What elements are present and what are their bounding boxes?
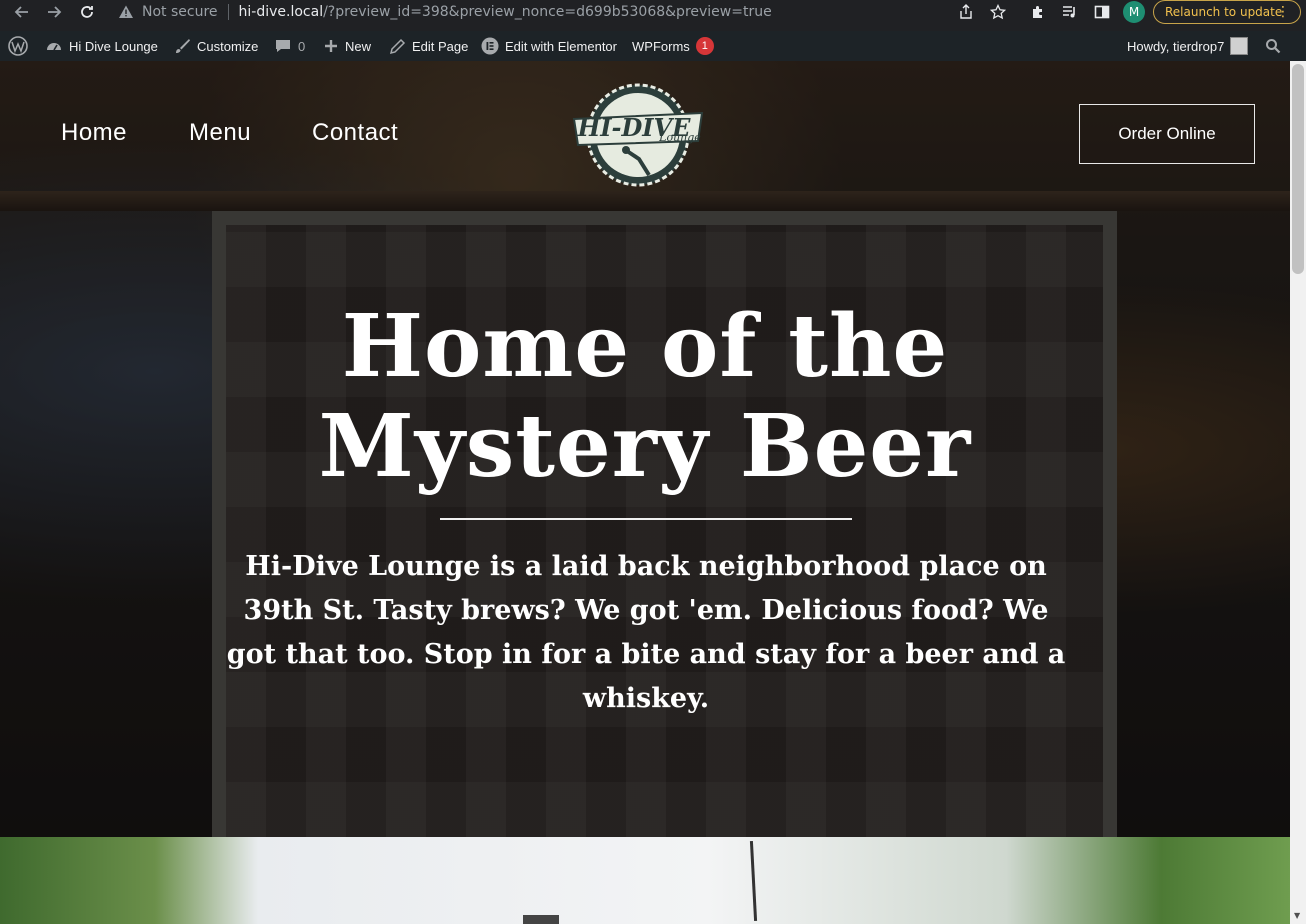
hero-divider xyxy=(440,518,852,520)
elementor-icon xyxy=(481,37,499,55)
pencil-icon xyxy=(389,38,406,55)
logo-subtext: Lounge xyxy=(658,131,701,144)
wordpress-logo-icon[interactable] xyxy=(8,31,28,61)
next-section-photo xyxy=(0,837,1290,924)
admin-new-label: New xyxy=(345,38,372,54)
nav-home-link[interactable]: Home xyxy=(61,119,127,147)
comment-bubble-icon xyxy=(274,37,292,55)
admin-edit-elementor-link[interactable]: Edit with Elementor xyxy=(481,31,617,61)
admin-site-name: Hi Dive Lounge xyxy=(69,38,158,54)
search-icon[interactable] xyxy=(1265,31,1281,61)
bookmark-star-icon[interactable] xyxy=(988,2,1008,22)
dashboard-gauge-icon xyxy=(45,37,63,55)
nav-menu-link[interactable]: Menu xyxy=(189,119,251,147)
forward-arrow-icon[interactable] xyxy=(44,2,64,22)
admin-comments-link[interactable]: 0 xyxy=(274,31,305,61)
nav-contact-link[interactable]: Contact xyxy=(312,119,398,147)
warning-triangle-icon[interactable] xyxy=(118,4,134,20)
admin-wpforms-label: WPForms xyxy=(632,38,690,54)
media-queue-icon[interactable] xyxy=(1060,2,1080,22)
reload-icon[interactable] xyxy=(77,2,97,22)
admin-new-link[interactable]: New xyxy=(323,31,371,61)
hero-title-line-1: Home of the xyxy=(341,296,949,397)
omnibox-divider xyxy=(227,4,229,20)
relaunch-label: Relaunch to update xyxy=(1165,5,1283,19)
admin-howdy-label: Howdy, tierdrop7 xyxy=(1127,38,1225,54)
admin-customize-link[interactable]: Customize xyxy=(173,31,258,61)
photo-pole xyxy=(749,840,758,922)
relaunch-button[interactable]: Relaunch to update ⋮ xyxy=(1153,0,1301,24)
admin-account-menu[interactable]: Howdy, tierdrop7 xyxy=(1127,31,1249,61)
security-label: Not secure xyxy=(142,4,218,20)
side-panel-icon[interactable] xyxy=(1092,2,1112,22)
hero-section: Home Menu Contact HI-DIVE Lounge Order O… xyxy=(0,61,1290,837)
admin-edit-page-link[interactable]: Edit Page xyxy=(389,31,468,61)
scrollbar-thumb[interactable] xyxy=(1292,64,1304,274)
site-logo[interactable]: HI-DIVE Lounge xyxy=(572,83,704,187)
url-host: hi-dive.local xyxy=(238,4,324,20)
notification-badge: 1 xyxy=(695,37,714,55)
hero-description: Hi-Dive Lounge is a laid back neighborho… xyxy=(226,551,1066,714)
user-avatar xyxy=(1230,37,1249,55)
extensions-puzzle-icon[interactable] xyxy=(1028,2,1048,22)
paintbrush-icon xyxy=(173,37,191,55)
admin-comments-count: 0 xyxy=(298,38,306,54)
order-online-button[interactable]: Order Online xyxy=(1079,104,1255,164)
admin-site-link[interactable]: Hi Dive Lounge xyxy=(45,31,158,61)
wp-admin-bar: Hi Dive Lounge Customize 0 New Edit Page… xyxy=(0,31,1306,61)
admin-edit-page-label: Edit Page xyxy=(412,38,469,54)
url-path: /?preview_id=398&preview_nonce=d699b5306… xyxy=(323,4,772,20)
page-viewport: Home Menu Contact HI-DIVE Lounge Order O… xyxy=(0,61,1290,924)
more-vertical-icon[interactable]: ⋮ xyxy=(1276,4,1290,20)
admin-customize-label: Customize xyxy=(197,38,259,54)
back-arrow-icon[interactable] xyxy=(12,2,32,22)
admin-edit-elementor-label: Edit with Elementor xyxy=(505,38,617,54)
address-bar[interactable]: Not secure hi-dive.local/?preview_id=398… xyxy=(110,0,1016,24)
profile-avatar[interactable]: M xyxy=(1123,1,1145,23)
hero-title-line-2: Mystery Beer xyxy=(318,396,972,497)
hero-title: Home of the Mystery Beer xyxy=(245,297,1045,497)
photo-sign xyxy=(523,915,559,924)
admin-wpforms-link[interactable]: WPForms 1 xyxy=(632,31,714,61)
share-icon[interactable] xyxy=(956,2,976,22)
scroll-down-arrow-icon[interactable]: ▼ xyxy=(1294,911,1300,920)
browser-toolbar: Not secure hi-dive.local/?preview_id=398… xyxy=(0,0,1306,24)
plus-icon xyxy=(323,38,339,54)
